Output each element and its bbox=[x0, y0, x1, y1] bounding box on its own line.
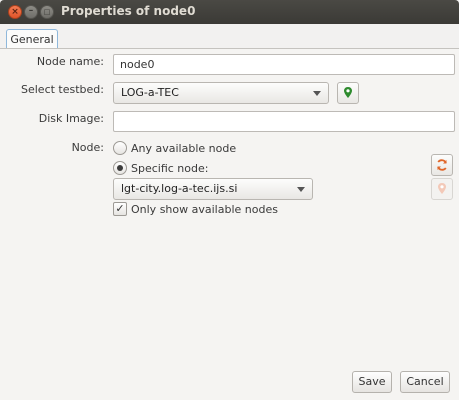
refresh-icon bbox=[437, 159, 447, 171]
maximize-button[interactable]: □ bbox=[40, 5, 54, 19]
specific-node-radio[interactable] bbox=[113, 161, 127, 175]
disk-image-input[interactable] bbox=[113, 111, 455, 132]
testbed-label: Select testbed: bbox=[21, 83, 104, 96]
only-available-label[interactable]: Only show available nodes bbox=[131, 203, 278, 216]
tab-bar: General bbox=[0, 24, 459, 50]
specific-node-select[interactable]: lgt-city.log-a-tec.ijs.si bbox=[113, 178, 313, 200]
node-name-label: Node name: bbox=[36, 55, 104, 68]
node-label: Node: bbox=[71, 141, 104, 154]
chevron-down-icon bbox=[297, 187, 305, 192]
any-node-label[interactable]: Any available node bbox=[131, 142, 236, 155]
cancel-button[interactable]: Cancel bbox=[400, 371, 450, 393]
specific-node-label[interactable]: Specific node: bbox=[131, 162, 208, 175]
only-available-checkbox[interactable]: ✓ bbox=[113, 202, 127, 216]
map-pin-icon bbox=[438, 183, 446, 194]
window-title: Properties of node0 bbox=[61, 4, 196, 18]
close-button[interactable]: × bbox=[8, 5, 22, 19]
chevron-down-icon bbox=[313, 91, 321, 96]
node-location-button[interactable] bbox=[431, 178, 453, 200]
map-pin-icon bbox=[344, 87, 352, 98]
testbed-select[interactable]: LOG-a-TEC bbox=[113, 82, 329, 104]
any-node-radio[interactable] bbox=[113, 141, 127, 155]
general-panel: Node name: Select testbed: LOG-a-TEC Dis… bbox=[0, 48, 459, 400]
refresh-button[interactable] bbox=[431, 154, 453, 176]
testbed-map-button[interactable] bbox=[337, 82, 359, 104]
node-name-input[interactable] bbox=[113, 54, 455, 75]
minimize-button[interactable]: – bbox=[24, 5, 38, 19]
save-button[interactable]: Save bbox=[352, 371, 392, 393]
title-bar: × – □ Properties of node0 bbox=[0, 0, 459, 24]
tab-general[interactable]: General bbox=[6, 29, 58, 50]
disk-image-label: Disk Image: bbox=[38, 112, 104, 125]
specific-node-select-value: lgt-city.log-a-tec.ijs.si bbox=[121, 182, 238, 195]
testbed-select-value: LOG-a-TEC bbox=[121, 86, 179, 99]
